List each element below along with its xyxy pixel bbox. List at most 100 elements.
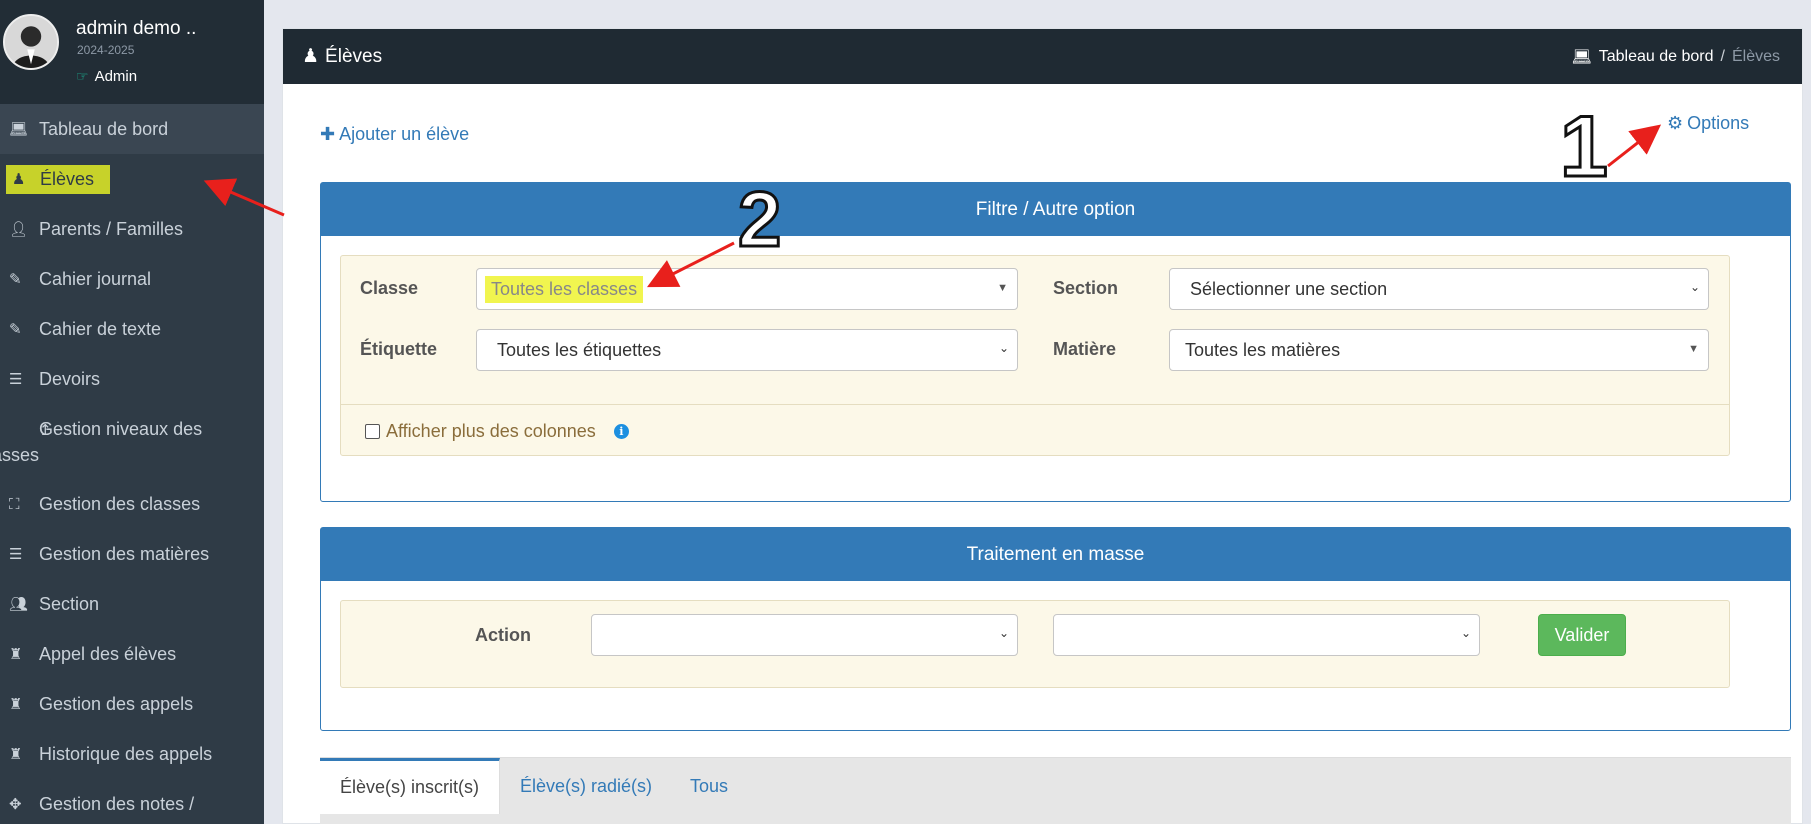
user-icon: 👤︎ (9, 221, 29, 238)
add-student-link[interactable]: ✚ Ajouter un élève (320, 124, 469, 145)
users-icon: 👥︎ (9, 596, 29, 613)
laptop-icon: 💻︎ (9, 121, 29, 138)
school-year: 2024-2025 (77, 43, 135, 57)
plus-icon: ✚ (320, 124, 336, 144)
action-target-select[interactable]: ⌄ (1053, 614, 1480, 656)
sidebar-item-label: Historique des appels (39, 743, 213, 764)
edit-icon: ✎ (9, 271, 22, 288)
tab-tous[interactable]: Tous (690, 758, 728, 814)
breadcrumb-current: Élèves (1731, 47, 1780, 65)
chevron-down-icon: ⌄ (1460, 626, 1471, 640)
chevron-down-icon: ⌄ (998, 626, 1009, 640)
more-columns-checkbox[interactable] (365, 424, 380, 439)
matiere-select[interactable]: Toutes les matières ▼ (1169, 329, 1709, 371)
action-label: Action (475, 625, 531, 645)
sidebar-item-label: Gestion des classes (39, 493, 201, 514)
sidebar-item-label: Section (39, 593, 100, 614)
options-link[interactable]: ⚙ Options (1667, 113, 1749, 134)
classe-select[interactable]: Toutes les classes ▼ (476, 268, 1018, 310)
mass-action-box: Traitement en masse Action ⌄ ⌄ Valider (320, 527, 1791, 731)
options-label: Options (1687, 113, 1750, 133)
page-title: ♟ Élèves (302, 45, 382, 68)
sidebar-item-label: Élèves (40, 168, 95, 189)
sidebar-item-label: Gestion des matières (39, 543, 210, 564)
section-selected-value: Sélectionner une section (1190, 278, 1388, 299)
sidebar-item-matieres[interactable]: ☰ Gestion des matières (0, 529, 264, 579)
caret-down-icon: ▼ (997, 282, 1008, 294)
more-columns-option: Afficher plus des colonnes i (365, 421, 629, 442)
user-profile: admin demo .. 2024-2025 ☞ Admin (0, 0, 264, 104)
sidebar-item-gestion-notes[interactable]: ✥ Gestion des notes / (0, 779, 264, 824)
avatar[interactable] (3, 14, 59, 70)
sidebar-item-label: Tableau de bord (39, 118, 169, 139)
sidebar-item-parents[interactable]: 👤︎ Parents / Familles (0, 204, 264, 254)
laptop-icon: 💻︎ (1571, 48, 1592, 66)
sidebar-item-classes[interactable]: ⛶ Gestion des classes (0, 479, 264, 529)
user-role-label: Admin (94, 68, 138, 85)
action-select[interactable]: ⌄ (591, 614, 1018, 656)
filter-box-title: Filtre / Autre option (321, 183, 1790, 236)
matiere-selected-value: Toutes les matières (1185, 339, 1341, 360)
classe-selected-value: Toutes les classes (485, 275, 644, 303)
tab-inscrits[interactable]: Élève(s) inscrit(s) (320, 758, 501, 814)
etiquette-selected-value: Toutes les étiquettes (497, 339, 662, 360)
more-columns-label[interactable]: Afficher plus des colonnes (386, 421, 596, 442)
sidebar-item-appel-eleves[interactable]: ♜ Appel des élèves (0, 629, 264, 679)
sidebar-item-cahier-texte[interactable]: ✎ Cahier de texte (0, 304, 264, 354)
student-icon: ♟ (302, 46, 320, 67)
edit-icon: ✎ (9, 321, 22, 338)
filter-form: Classe Toutes les classes ▼ Section Séle… (340, 255, 1730, 456)
classe-label: Classe (360, 278, 419, 298)
sidebar-item-devoirs[interactable]: ☰ Devoirs (0, 354, 264, 404)
sidebar-item-label: Gestion des notes / (39, 793, 195, 814)
sidebar-item-label: Gestion des appels (39, 693, 194, 714)
attendance-icon: ♜ (9, 746, 23, 763)
student-icon: ♟ (12, 171, 26, 188)
user-name: admin demo .. (76, 18, 197, 39)
student-tabs: Élève(s) inscrit(s) Élève(s) radié(s) To… (320, 757, 1791, 824)
etiquette-label: Étiquette (360, 339, 438, 359)
info-icon[interactable]: i (613, 424, 629, 439)
sidebar-item-niveaux[interactable]: ↥Gestion niveaux des classes (0, 404, 264, 479)
sidebar-item-label-wrap: ↥Gestion niveaux des classes (0, 417, 219, 468)
sidebar-item-section[interactable]: 👥︎ Section (0, 579, 264, 629)
filter-box: Filtre / Autre option Classe Toutes les … (320, 182, 1791, 502)
sidebar-item-label: Devoirs (39, 368, 101, 389)
attendance-icon: ♜ (9, 646, 23, 663)
sidebar-item-label: Cahier de texte (39, 318, 162, 339)
active-item-highlight: ♟ Élèves (6, 164, 111, 194)
puzzle-icon: ✥ (9, 796, 22, 813)
mass-action-title: Traitement en masse (321, 528, 1790, 581)
divider (341, 404, 1729, 405)
mass-action-form: Action ⌄ ⌄ Valider (340, 600, 1730, 688)
sidebar: admin demo .. 2024-2025 ☞ Admin 💻︎ Table… (0, 0, 264, 824)
user-role: ☞ Admin (76, 68, 137, 85)
main-panel: ♟ Élèves 💻︎ Tableau de bord / Élèves ✚ A… (282, 28, 1803, 824)
breadcrumb-separator: / (1720, 47, 1725, 65)
hand-point-icon: ☞ (76, 68, 89, 84)
stack-icon: ☰ (9, 371, 23, 388)
tab-radies[interactable]: Élève(s) radié(s) (520, 758, 652, 814)
sidebar-item-tableau-de-bord[interactable]: 💻︎ Tableau de bord (0, 104, 264, 154)
sidebar-item-historique-appels[interactable]: ♜ Historique des appels (0, 729, 264, 779)
gear-icon: ⚙ (1667, 113, 1684, 133)
sidebar-item-gestion-appels[interactable]: ♜ Gestion des appels (0, 679, 264, 729)
valider-button[interactable]: Valider (1538, 614, 1626, 656)
sidebar-nav: 💻︎ Tableau de bord ♟ Élèves 👤︎ Parents /… (0, 104, 264, 824)
matiere-label: Matière (1053, 339, 1117, 359)
chevron-down-icon: ⌄ (998, 341, 1009, 355)
breadcrumb-home-link[interactable]: Tableau de bord (1599, 48, 1714, 66)
sidebar-item-label: Appel des élèves (39, 643, 177, 664)
avatar-image-icon (5, 16, 57, 68)
section-label: Section (1053, 278, 1119, 298)
level-up-icon: ↥ (39, 422, 52, 439)
sidebar-item-label: Cahier journal (39, 268, 152, 289)
caret-down-icon: ▼ (1688, 343, 1699, 355)
etiquette-select[interactable]: Toutes les étiquettes ⌄ (476, 329, 1018, 371)
sitemap-icon: ⛶ (9, 495, 20, 513)
sidebar-item-eleves[interactable]: ♟ Élèves (0, 154, 264, 204)
panel-header: ♟ Élèves 💻︎ Tableau de bord / Élèves (283, 29, 1802, 84)
sidebar-item-cahier-journal[interactable]: ✎ Cahier journal (0, 254, 264, 304)
section-select[interactable]: Sélectionner une section ⌄ (1169, 268, 1709, 310)
stack-icon: ☰ (9, 546, 23, 563)
